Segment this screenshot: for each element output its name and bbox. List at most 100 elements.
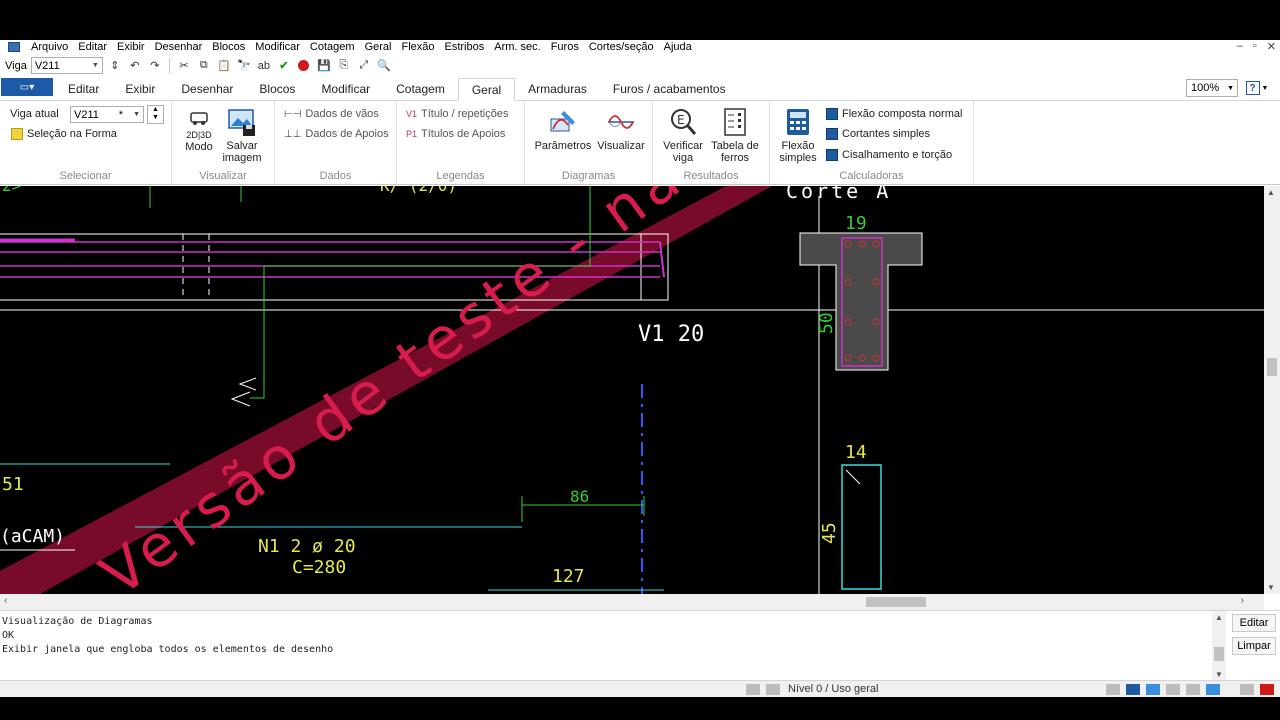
tab-armaduras[interactable]: Armaduras [515, 78, 600, 100]
verificar-viga-button[interactable]: E Verificar viga [659, 107, 707, 164]
menu-exibir[interactable]: Exibir [112, 40, 150, 54]
stop-icon[interactable] [296, 58, 312, 74]
car-view-icon [184, 107, 214, 129]
menu-cotagem[interactable]: Cotagem [305, 40, 360, 54]
edit-log-button[interactable]: Editar [1232, 614, 1276, 632]
scroll-up-icon[interactable]: ▲ [1267, 188, 1275, 197]
cut-icon[interactable]: ✂ [176, 58, 192, 74]
selecao-forma-button[interactable]: Seleção na Forma [11, 128, 117, 140]
tabela-ferros-button[interactable]: Tabela de ferros [709, 107, 761, 164]
check-icon[interactable]: ✔ [276, 58, 292, 74]
save-icon[interactable]: 💾 [316, 58, 332, 74]
salvar-imagem-button[interactable]: Salvar imagem [220, 107, 264, 164]
left-51-label: 51 [2, 474, 24, 495]
menu-ajuda[interactable]: Ajuda [659, 40, 697, 54]
menu-cortes-secao[interactable]: Cortes/seção [584, 40, 659, 54]
cisalhamento-torcao-button[interactable]: Cisalhamento e torção [826, 149, 952, 161]
status-icon[interactable] [1146, 684, 1160, 695]
redo-icon[interactable]: ↷ [147, 58, 163, 74]
tab-geral[interactable]: Geral [457, 78, 516, 101]
menu-flexao[interactable]: Flexão [396, 40, 439, 54]
titulos-apoios-button[interactable]: P1 Títulos de Apoios [406, 128, 505, 140]
status-icon[interactable] [1166, 684, 1180, 695]
tab-desenhar[interactable]: Desenhar [168, 78, 246, 100]
flexao-composta-label: Flexão composta normal [842, 108, 963, 120]
menu-bar: Arquivo Editar Exibir Desenhar Blocos Mo… [0, 40, 1280, 54]
calculator-small-icon [826, 128, 838, 140]
beam-select-value: V211 [34, 59, 60, 72]
parametros-label: Parâmetros [534, 140, 592, 152]
minimize-icon[interactable]: – [1237, 40, 1243, 53]
cisalhamento-torcao-label: Cisalhamento e torção [842, 149, 953, 161]
status-icon[interactable] [1260, 684, 1274, 695]
section2-outline [841, 464, 882, 590]
zoom-select[interactable]: 100% ▼ [1186, 79, 1238, 97]
menu-furos[interactable]: Furos [546, 40, 584, 54]
close-icon[interactable]: ✕ [1267, 40, 1276, 53]
log-scrollbar[interactable]: ▲ ▼ [1212, 611, 1226, 681]
vertical-scrollbar[interactable]: ▲ ▼ [1264, 186, 1280, 594]
file-menu-button[interactable]: ▭▾ [1, 78, 53, 96]
status-icon[interactable] [1186, 684, 1200, 695]
tab-blocos[interactable]: Blocos [246, 78, 308, 100]
visualizar-diagrama-button[interactable]: Visualizar [595, 107, 647, 152]
tab-cotagem[interactable]: Cotagem [383, 78, 458, 100]
scroll-up-icon[interactable]: ▲ [1215, 613, 1223, 622]
tab-furos-acabamentos[interactable]: Furos / acabamentos [600, 78, 739, 100]
menu-desenhar[interactable]: Desenhar [150, 40, 208, 54]
status-icon[interactable] [1206, 684, 1220, 695]
horizontal-scrollbar[interactable]: ‹ › [0, 594, 1264, 610]
status-icon[interactable] [1240, 684, 1254, 695]
tab-modificar[interactable]: Modificar [308, 78, 383, 100]
section1-height: 50 [816, 312, 837, 334]
undo-icon[interactable]: ↶ [127, 58, 143, 74]
spin-icon[interactable]: ⇕ [107, 58, 123, 74]
scroll-down-icon[interactable]: ▼ [1215, 670, 1223, 679]
cortantes-simples-button[interactable]: Cortantes simples [826, 128, 930, 140]
parametros-button[interactable]: Parâmetros [533, 107, 593, 152]
viga-spinner[interactable]: ▲ ▼ [147, 105, 164, 124]
beam-select[interactable]: V211 ▼ [30, 57, 103, 74]
paste-icon[interactable]: 📋 [216, 58, 232, 74]
group-visualizar: 2D|3D Modo Salvar imagem Visualizar [172, 101, 275, 185]
menu-arm-sec[interactable]: Arm. sec. [489, 40, 545, 54]
clear-log-button[interactable]: Limpar [1232, 637, 1276, 655]
titulo-repeticoes-button[interactable]: V1 Título / repetições [406, 108, 508, 120]
scroll-left-icon[interactable]: ‹ [4, 595, 7, 606]
copy-icon[interactable]: ⧉ [196, 58, 212, 74]
tab-editar[interactable]: Editar [55, 78, 112, 100]
scroll-thumb[interactable] [1267, 358, 1277, 376]
replace-icon[interactable]: ab [256, 58, 272, 74]
tab-exibir[interactable]: Exibir [112, 78, 168, 100]
group-label-diagramas: Diagramas [561, 170, 616, 182]
zoom-window-icon[interactable]: ⤢ [356, 58, 372, 74]
menu-arquivo[interactable]: Arquivo [26, 40, 73, 54]
flexao-simples-button[interactable]: Flexão simples [778, 107, 818, 164]
group-label-legendas: Legendas [436, 170, 485, 182]
scroll-thumb[interactable] [866, 597, 926, 607]
menu-modificar[interactable]: Modificar [250, 40, 305, 54]
drawing-canvas[interactable]: 2> K/ (2/0) V1 20 [0, 186, 1264, 594]
menu-editar[interactable]: Editar [73, 40, 112, 54]
zoom-icon[interactable]: 🔍 [376, 58, 392, 74]
status-icon[interactable] [1126, 684, 1140, 695]
dados-vaos-button[interactable]: ⊢⊣ Dados de vãos [284, 108, 379, 120]
menu-estribos[interactable]: Estribos [440, 40, 490, 54]
group-resultados: E Verificar viga Tabela de ferros Result… [653, 101, 770, 185]
restore-icon[interactable]: ▫ [1253, 40, 1257, 53]
export-icon[interactable]: ⎘ [336, 58, 352, 74]
help-button[interactable]: ? ▼ [1244, 79, 1270, 97]
titulos-apoios-label: Títulos de Apoios [421, 128, 506, 140]
find-icon[interactable]: 🔭 [236, 58, 252, 74]
viga-atual-select[interactable]: V211 * ▼ [70, 106, 144, 123]
scroll-down-icon[interactable]: ▼ [1267, 583, 1275, 592]
modo-button[interactable]: 2D|3D Modo [182, 107, 216, 153]
scroll-right-icon[interactable]: › [1241, 595, 1244, 606]
dados-apoios-button[interactable]: ⊥⊥ Dados de Apoios [284, 128, 389, 140]
menu-blocos[interactable]: Blocos [207, 40, 250, 54]
scroll-thumb[interactable] [1214, 647, 1224, 661]
menu-geral[interactable]: Geral [360, 40, 397, 54]
flexao-composta-button[interactable]: Flexão composta normal [826, 108, 962, 120]
section1-width: 19 [845, 213, 867, 234]
section2-width: 14 [845, 442, 867, 463]
